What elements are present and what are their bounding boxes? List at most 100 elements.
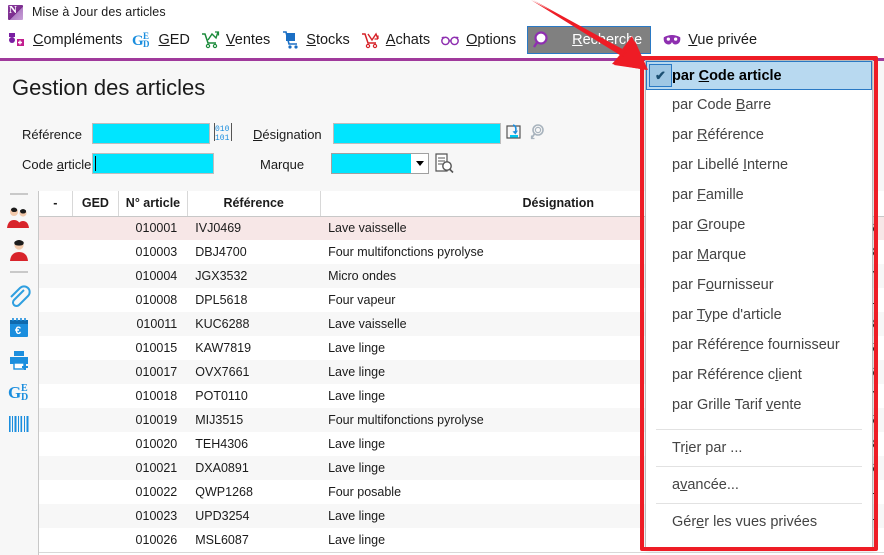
rail-item-attachments[interactable] [0,280,38,312]
dropdown-item-par-reference-client[interactable]: par Référence client [646,360,872,390]
cell-ref: MSL6087 [195,532,249,547]
paperclip-icon [10,285,31,308]
column-header-dash[interactable]: - [39,191,73,217]
menu-item-complements[interactable]: Compléments [2,24,127,56]
rail-item-contact[interactable] [0,234,38,266]
cell-num: 010017 [118,360,188,384]
dropdown-item-par-fournisseur[interactable]: par Fournisseur [646,270,872,300]
dropdown-item-par-reference[interactable]: par Référence [646,120,872,150]
column-header-ged[interactable]: GED [72,191,120,217]
menu-item-vue-privee[interactable]: Vue privée [657,24,762,56]
cell-num: 010022 [135,485,178,499]
menu-label-ventes: Ventes [225,32,271,48]
cell-num: 010020 [135,437,178,451]
rail-item-ged[interactable]: G E D [0,376,38,408]
puzzle-plus-icon [7,30,27,50]
column-header-num-article[interactable]: N° article [118,191,188,217]
ged-letters-icon: G E D [132,30,152,50]
menu-item-ged[interactable]: G E D GED [127,24,194,56]
refresh-magnifier-icon[interactable] [529,122,549,147]
glasses-purple-icon [440,30,460,50]
marque-select[interactable] [331,153,429,174]
cell-ged [72,528,118,552]
cart-down-red-icon [360,30,380,50]
menu-item-ventes[interactable]: Ventes [195,24,275,56]
dropdown-label: par Référence [672,127,764,143]
cell-dash [39,240,72,264]
dropdown-item-par-marque[interactable]: par Marque [646,240,872,270]
cell-dash [39,408,73,432]
code-article-input[interactable] [92,153,214,174]
marque-select-value [332,154,411,173]
rail-item-tarifs[interactable]: € [0,312,38,344]
menu-item-options[interactable]: Options [435,24,521,56]
menu-label-ged: GED [158,32,190,48]
reference-input[interactable] [92,123,210,144]
dropdown-separator [656,429,862,430]
cell-ref: POT0110 [195,389,248,403]
designation-input[interactable] [333,123,501,144]
dropdown-item-par-code-barre[interactable]: par Code Barre [646,90,872,120]
cell-dash [39,528,72,552]
search-form: Référence 010 101 Désignation Code artic… [0,119,660,183]
rail-item-contacts[interactable] [0,202,38,234]
page-title: Gestion des articles [12,75,206,100]
menu-item-stocks[interactable]: Stocks [275,24,355,56]
euro-calendar-icon: € [10,318,28,337]
menu-label-recherche: Recherche [572,32,643,48]
cell-num: 010026 [135,532,178,547]
dropdown-label: par Grille Tarif vente [672,397,802,413]
mask-purple-icon [662,30,682,50]
cell-num: 010019 [118,408,188,432]
menu-item-recherche[interactable]: Recherche [527,26,652,54]
cell-dash [39,288,72,312]
cell-ref: QWP1268 [195,485,253,499]
svg-text:€: € [15,325,21,337]
cell-num: 010021 [118,456,188,480]
cell-num: 010011 [118,312,188,336]
column-header-reference[interactable]: Référence [187,191,321,217]
cell-ged [72,432,118,456]
contacts-group-icon [7,207,29,228]
dropdown-label: par Code Barre [672,97,772,113]
dropdown-item-avancee[interactable]: avancée... [646,470,872,500]
import-arrow-icon[interactable] [504,122,524,147]
document-magnifier-icon[interactable] [433,152,455,179]
rail-item-print[interactable] [0,344,38,376]
dropdown-item-par-reference-fournisseur[interactable]: par Référence fournisseur [646,330,872,360]
magnifier-purple-icon [532,30,552,50]
cell-ref: DBJ4700 [195,245,247,259]
cell-ged [72,240,118,264]
binary-010-101-icon[interactable]: 010 101 [214,122,232,147]
cell-ged [72,480,118,504]
dropdown-label: Gérer les vues privées [672,514,818,530]
cell-dash [39,312,73,336]
dropdown-item-par-famille[interactable]: par Famille [646,180,872,210]
dropdown-item-gerer-les-vues-privees[interactable]: Gérer les vues privées [646,507,872,537]
cell-num: 010023 [118,504,188,528]
chevron-down-icon[interactable] [411,154,428,173]
dropdown-separator [656,466,862,467]
menu-bar: Compléments G E D GED Ventes Stocks Acha… [0,24,884,56]
dropdown-item-trier-par[interactable]: Trier par ... [646,433,872,463]
cell-ref: OVX7661 [187,360,321,384]
label-code-article: Code article [22,157,92,172]
rail-item-barcode[interactable] [0,408,38,440]
cell-num: 010008 [135,293,178,307]
cell-ged [72,408,119,432]
cell-num: 010001 [118,216,188,240]
dropdown-label: par Référence client [672,367,802,383]
dropdown-item-par-groupe[interactable]: par Groupe [646,210,872,240]
cell-dash [39,432,72,456]
dropdown-item-par-code-article[interactable]: ✔ par Code article [646,61,872,90]
menu-item-achats[interactable]: Achats [355,24,435,56]
cell-ged [72,288,118,312]
recherche-dropdown-menu[interactable]: ✔ par Code article par Code Barre par Ré… [645,60,873,549]
cell-ref: DPL5618 [195,293,248,307]
svg-text:D: D [21,392,28,403]
dropdown-item-par-libelle-interne[interactable]: par Libellé Interne [646,150,872,180]
dropdown-item-par-grille-tarif-vente[interactable]: par Grille Tarif vente [646,390,872,420]
dropdown-item-par-type-article[interactable]: par Type d'article [646,300,872,330]
rail-divider-mid [10,271,28,273]
check-icon: ✔ [649,64,672,87]
